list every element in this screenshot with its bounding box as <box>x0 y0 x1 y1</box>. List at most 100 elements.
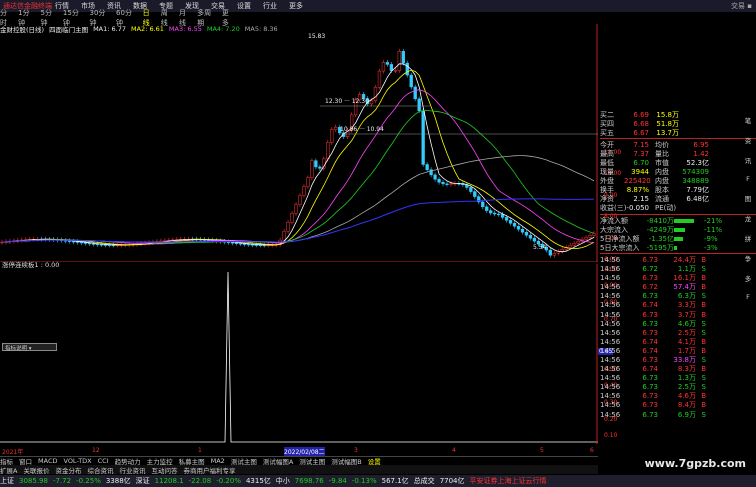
candle <box>560 249 564 252</box>
candle <box>286 222 290 232</box>
candle <box>524 231 529 236</box>
date-label: 5 <box>540 447 544 454</box>
tick-time: 14:56 <box>600 337 621 346</box>
candle <box>310 160 314 178</box>
date-label: 12 <box>92 447 100 454</box>
ext-tab[interactable]: 关联报价 <box>23 465 49 475</box>
toolbar-button[interactable]: 拼 <box>745 233 752 243</box>
level-annotation-1: 12.30 ··· 12.30 <box>325 98 369 105</box>
candle <box>79 241 84 244</box>
ext-tab[interactable]: 券商用户福利专享 <box>183 465 235 475</box>
broker-name[interactable]: 平安证券上海上证云行情 <box>470 476 547 486</box>
candle <box>294 204 298 214</box>
tick-time: 14:56 <box>600 328 621 337</box>
index-pct: -0.25% <box>76 477 101 485</box>
index-label[interactable]: 中小 <box>276 476 290 486</box>
tick-price: 6.73 <box>642 274 658 283</box>
tick-price: 6.73 <box>642 410 658 419</box>
trade-button[interactable]: 交易 ▪ <box>731 1 752 11</box>
candle <box>437 178 441 183</box>
toolbar-button[interactable]: 争 <box>745 253 752 263</box>
candle <box>508 220 513 224</box>
index-label[interactable]: 深证 <box>136 476 150 486</box>
tick-time: 14:56 <box>600 292 621 301</box>
toolbar-button[interactable]: F <box>746 293 750 301</box>
candle <box>489 210 493 214</box>
tick-price: 6.73 <box>642 255 658 264</box>
menu-item[interactable]: 设置 <box>237 1 251 11</box>
tick-price: 6.73 <box>642 292 658 301</box>
date-label: 1 <box>198 447 202 454</box>
tick-price: 6.73 <box>642 374 658 383</box>
candle <box>330 129 334 143</box>
candle <box>91 243 96 245</box>
tick-side: S <box>701 265 706 274</box>
candle <box>548 249 552 256</box>
candle <box>397 51 401 71</box>
tick-side: S <box>701 319 706 328</box>
ext-tab[interactable]: 扩展A <box>0 465 17 475</box>
candle <box>230 242 235 244</box>
tick-time: 14:56 <box>600 283 621 292</box>
stock-name[interactable]: 金财控股(日线) <box>0 24 44 34</box>
tick-side: B <box>701 346 706 355</box>
candle <box>592 233 596 236</box>
tick-side: S <box>701 383 706 392</box>
candle <box>377 70 382 88</box>
index-change: -22.08 <box>188 477 212 485</box>
candle <box>473 191 477 197</box>
high-annotation: 15.83 <box>308 33 326 40</box>
menu-item[interactable]: 更多 <box>289 1 303 11</box>
tick-price: 6.73 <box>642 392 658 401</box>
indicator-help-button[interactable]: 指标说明 ▾ <box>2 343 57 352</box>
candle <box>302 186 306 196</box>
candle <box>588 235 592 238</box>
tick-price: 6.73 <box>642 319 658 328</box>
toolbar-button[interactable]: 讯 <box>745 155 752 165</box>
candle <box>425 164 429 170</box>
ma4-label: MA4: 7.20 <box>206 25 240 33</box>
index-pct: -0.13% <box>351 477 377 485</box>
candle <box>306 177 310 187</box>
toolbar-button[interactable]: 资 <box>745 135 752 145</box>
ext-tab[interactable]: 行业资讯 <box>119 465 145 475</box>
ext-tab[interactable]: 综合资讯 <box>87 465 113 475</box>
candle <box>369 100 374 105</box>
menu-item[interactable]: 行业 <box>263 1 277 11</box>
candle <box>520 228 525 233</box>
tick-price: 6.73 <box>642 310 658 319</box>
stat-row: 收益(三) -0.050 PE(动) <box>600 204 677 213</box>
order-row: 买五 6.67 13.7万 <box>600 128 679 137</box>
tick-time: 14:56 <box>600 355 621 364</box>
ma2-label: MA2: 6.61 <box>131 25 164 33</box>
template-name: 四面临门主图 <box>49 26 89 34</box>
index-label[interactable]: 上证 <box>0 476 14 486</box>
candle <box>504 217 509 221</box>
candle <box>334 126 338 130</box>
candle <box>314 160 318 168</box>
candle <box>445 183 449 185</box>
period-bar: 分时 1分钟 5分钟 15分钟 30分钟 60分钟 日线 周线 月线 多周期 更… <box>0 9 240 27</box>
tick-side: B <box>701 274 706 283</box>
candle <box>493 212 497 215</box>
ma3-label: MA3: 6.55 <box>168 25 202 33</box>
candle <box>389 64 394 71</box>
ext-tab[interactable]: 互动问答 <box>151 465 177 475</box>
candle <box>71 240 76 243</box>
index-value: 11208.1 <box>154 477 184 485</box>
candle <box>512 223 517 227</box>
toolbar-button[interactable]: 龙 <box>745 213 752 223</box>
sub-indicator-chart[interactable] <box>0 264 598 444</box>
toolbar-button[interactable]: 图 <box>745 193 752 203</box>
toolbar-button[interactable]: 多 <box>745 273 752 283</box>
ext-tab[interactable]: 资金分布 <box>55 465 81 475</box>
extension-tabs: 扩展A 关联报价 资金分布 综合资讯 行业资讯 互动问答 券商用户福利专享 <box>0 465 598 475</box>
tick-side: B <box>701 255 706 264</box>
candlestick-chart[interactable] <box>0 24 598 262</box>
tick-price: 6.74 <box>642 301 658 310</box>
toolbar-button[interactable]: 笔 <box>745 115 752 125</box>
candle <box>83 242 88 244</box>
candle <box>393 70 397 72</box>
tick-list[interactable]: 14:56 6.73 24.4万 B 14:56 6.72 1.1万 S 14:56 6.73 16… <box>600 255 756 419</box>
toolbar-button[interactable]: F <box>746 175 750 183</box>
